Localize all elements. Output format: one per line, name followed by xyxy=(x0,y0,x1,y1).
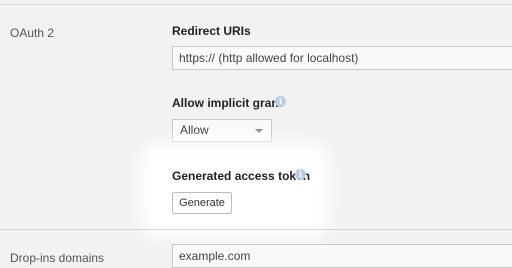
info-icon[interactable]: i xyxy=(295,169,306,180)
dropins-domains-input[interactable]: example.com xyxy=(172,244,512,268)
redirect-uris-label: Redirect URIs xyxy=(172,24,251,38)
dropins-section-label: Drop-ins domains xyxy=(10,251,105,265)
info-icon[interactable]: i xyxy=(275,96,286,107)
oauth-section-label: OAuth 2 xyxy=(10,26,55,40)
chevron-down-icon xyxy=(255,129,263,133)
redirect-uris-placeholder: https:// (http allowed for localhost) xyxy=(179,51,359,65)
implicit-grant-label: Allow implicit grant xyxy=(172,96,283,110)
implicit-grant-select[interactable]: Allow xyxy=(172,119,272,142)
redirect-uris-input[interactable]: https:// (http allowed for localhost) xyxy=(172,46,512,70)
implicit-grant-selected-value: Allow xyxy=(180,123,209,137)
access-token-highlight xyxy=(152,154,318,226)
dropins-domains-value: example.com xyxy=(179,249,251,263)
access-token-label: Generated access token xyxy=(172,169,311,183)
section-top-divider xyxy=(0,4,512,5)
generate-button[interactable]: Generate xyxy=(172,192,232,214)
section-divider xyxy=(0,229,512,230)
